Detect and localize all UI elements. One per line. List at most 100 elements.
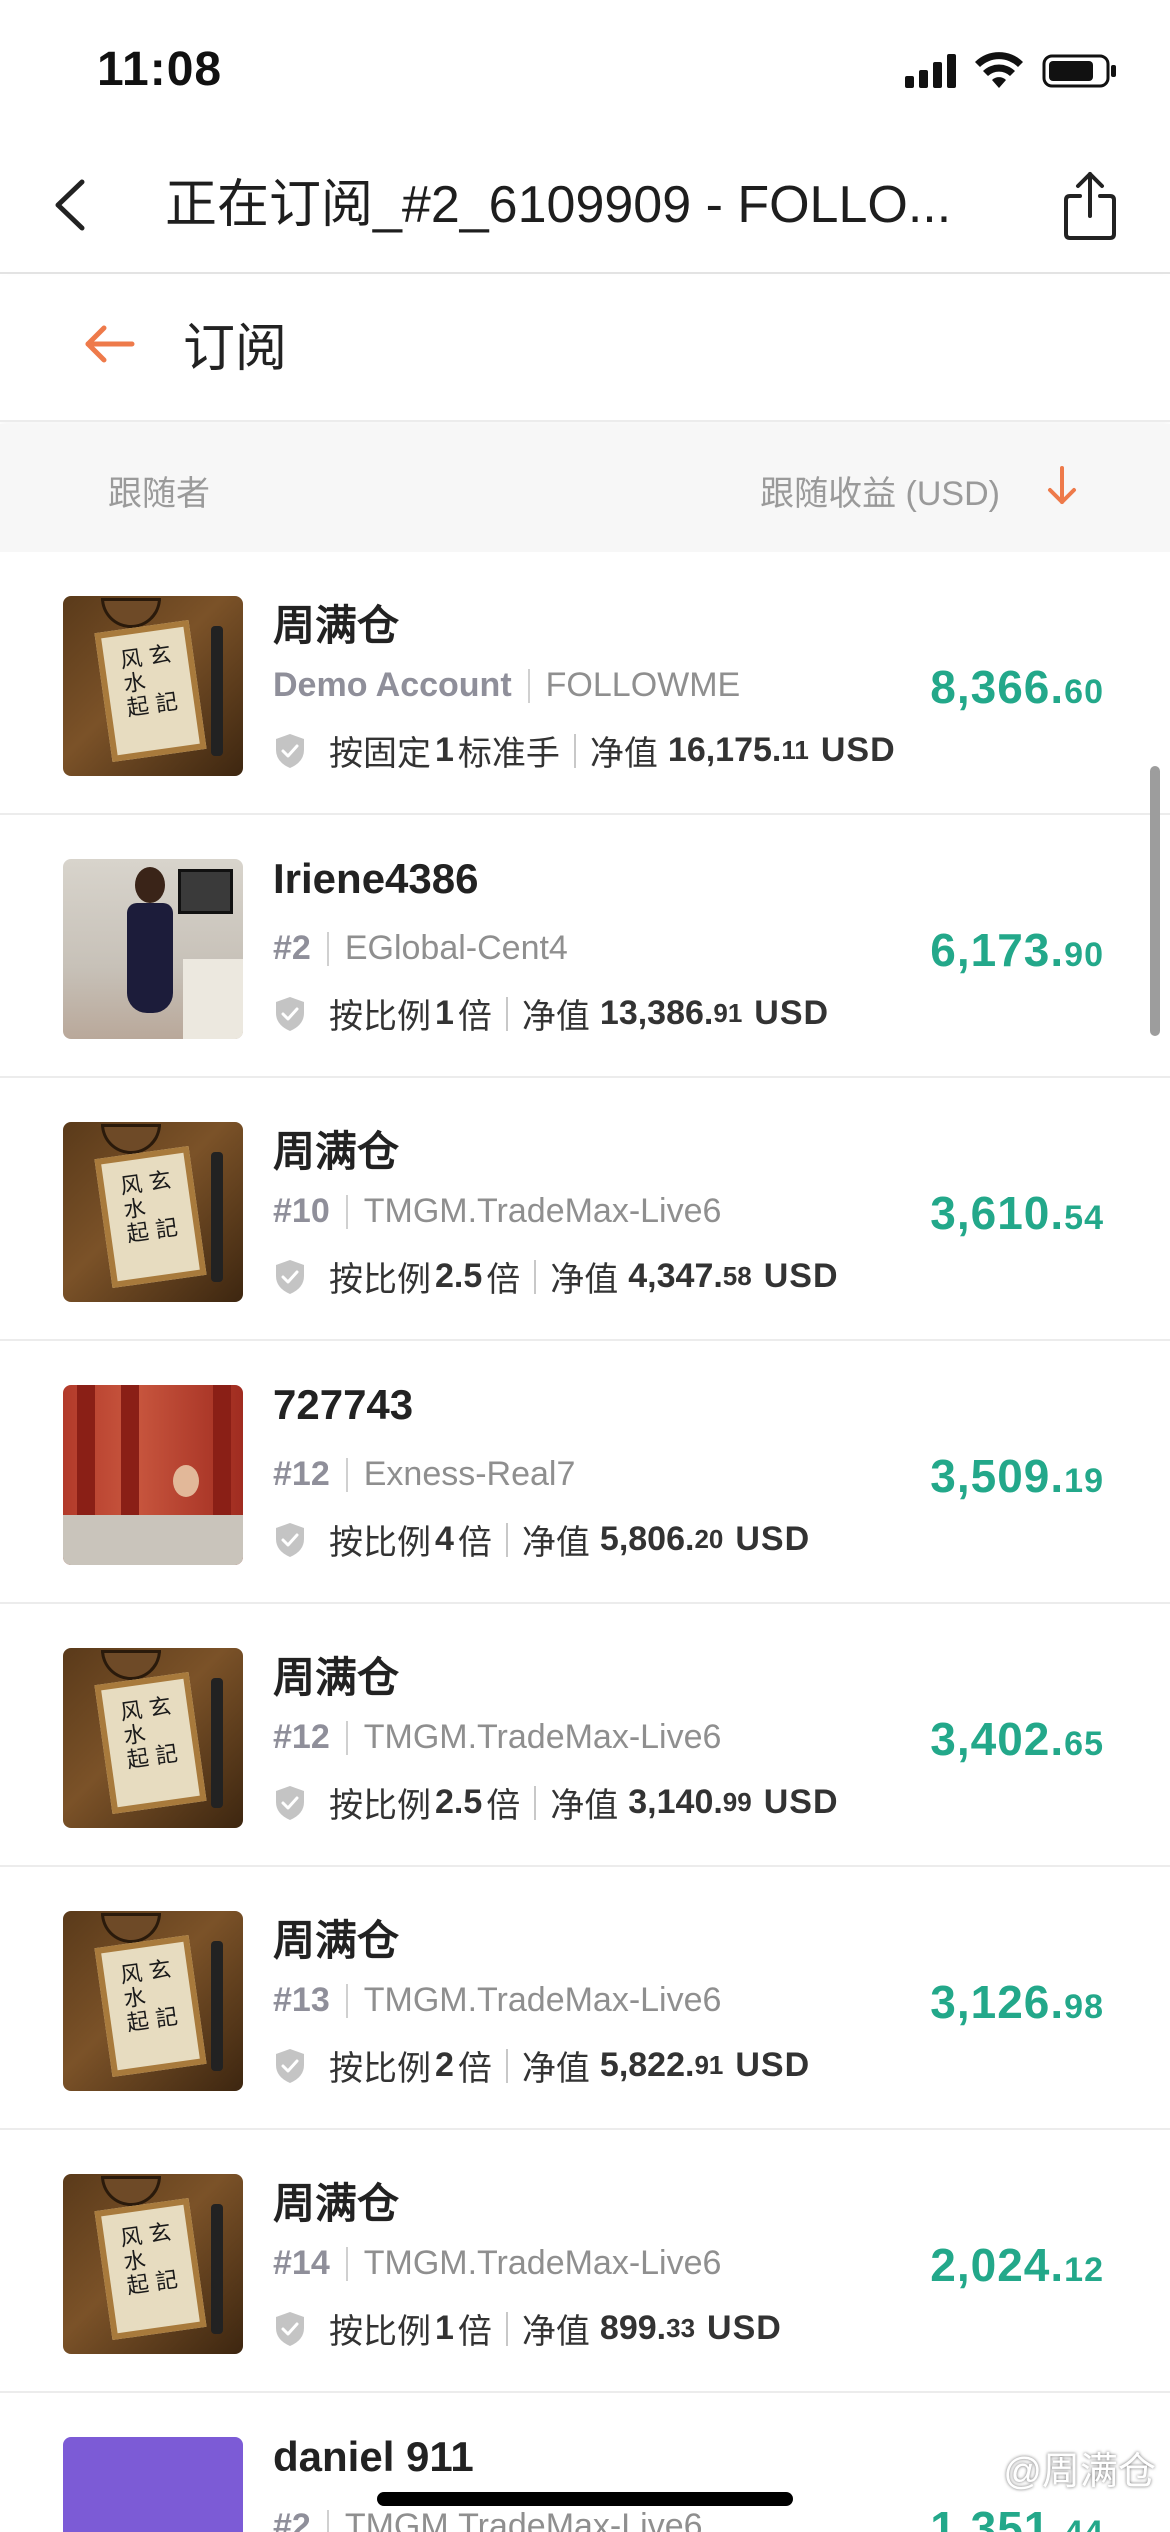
follower-row[interactable]: Iriene4386 #2 EGlobal-Cent4 按比例 1 倍净值 13,386. 9…	[0, 815, 1170, 1078]
equity-int: 3,140.	[628, 1783, 723, 1821]
copy-settings: 按比例 1 倍净值 899. 33 USD	[273, 2304, 782, 2353]
column-followers-label: 跟随者	[108, 475, 210, 513]
follower-row[interactable]: 727743 #12 Exness-Real7 按比例 4 倍净值 5,806. 20 USD 3…	[0, 1341, 1170, 1604]
watermark-text: @周满仓	[1003, 2451, 1156, 2493]
wifi-icon	[975, 52, 1023, 88]
equity-decimal: 91	[694, 2050, 724, 2080]
back-arrow-icon[interactable]	[80, 314, 140, 374]
follower-name: 周满仓	[273, 2180, 400, 2227]
divider	[534, 1259, 537, 1294]
nav-bar: 正在订阅_#2_6109909 - FOLLO...	[0, 140, 1170, 274]
copy-settings: 按比例 2 倍净值 5,822. 91 USD	[273, 2041, 810, 2090]
copy-mode-value: 2.5	[435, 1783, 483, 1821]
copy-settings: 按比例 2.5 倍净值 4,347. 58 USD	[273, 1252, 839, 1301]
battery-icon	[1042, 54, 1116, 88]
equity-unit: USD	[763, 1783, 839, 1821]
copy-mode-suffix: 标准手	[457, 735, 560, 773]
profit-decimal: 12	[1064, 2251, 1104, 2289]
copy-mode-value: 1	[435, 2309, 454, 2347]
broker-server: TMGM.TradeMax-Live6	[344, 2507, 703, 2532]
avatar[interactable]	[63, 859, 243, 1039]
copy-settings: 按比例 4 倍净值 5,806. 20 USD	[273, 1515, 810, 1564]
divider	[345, 1457, 348, 1492]
avatar[interactable]: 风 玄水 起 記	[63, 1122, 243, 1302]
follower-row[interactable]: 风 玄水 起 記周满仓 #14 TMGM.TradeMax-Live6 按比例 1 倍净值…	[0, 2130, 1170, 2393]
divider	[345, 1720, 348, 1755]
account-info: #2 TMGM.TradeMax-Live6	[273, 2507, 703, 2532]
copy-mode-value: 2	[435, 2046, 454, 2084]
broker-server: TMGM.TradeMax-Live6	[363, 1718, 722, 1756]
equity-label: 净值	[521, 998, 590, 1036]
copy-mode-prefix: 按比例	[329, 2050, 431, 2088]
divider	[527, 668, 530, 703]
divider	[505, 2311, 508, 2346]
watermark: @周满仓	[957, 2440, 1156, 2495]
equity-int: 13,386.	[599, 994, 714, 1032]
equity-unit: USD	[735, 2046, 811, 2084]
divider	[573, 733, 576, 768]
avatar[interactable]: 风 玄水 起 記	[63, 1911, 243, 2091]
follower-row[interactable]: 风 玄水 起 記周满仓 Demo Account FOLLOWME 按固定 1 标准手 净值…	[0, 552, 1170, 815]
divider	[534, 1785, 537, 1820]
account-id: #2	[273, 929, 311, 967]
equity-int: 16,175.	[667, 731, 782, 769]
divider	[505, 996, 508, 1031]
back-chevron-icon[interactable]	[38, 170, 108, 240]
column-profit-label[interactable]: 跟随收益 (USD)	[760, 466, 1000, 515]
shield-icon	[276, 2048, 304, 2083]
broker-server: TMGM.TradeMax-Live6	[363, 1192, 722, 1230]
follower-name: 周满仓	[273, 602, 400, 649]
divider	[505, 1522, 508, 1557]
copy-mode-prefix: 按比例	[329, 1787, 431, 1825]
equity-int: 5,806.	[599, 1520, 695, 1558]
equity-label: 净值	[521, 2313, 590, 2351]
account-id: #10	[273, 1192, 330, 1230]
follower-row[interactable]: 风 玄水 起 記周满仓 #10 TMGM.TradeMax-Live6 按比例 2.5 倍…	[0, 1078, 1170, 1341]
equity-label: 净值	[550, 1261, 619, 1299]
status-icons	[905, 52, 1118, 90]
follower-row[interactable]: 风 玄水 起 記周满仓 #13 TMGM.TradeMax-Live6 按比例 2 倍净值…	[0, 1867, 1170, 2130]
copy-settings: 按比例 2.5 倍净值 3,140. 99 USD	[273, 1778, 839, 1827]
follow-profit: 1,351.44	[930, 2501, 1104, 2532]
sub-header-title: 订阅	[183, 320, 288, 378]
equity-int: 4,347.	[628, 1257, 723, 1295]
account-id: Demo Account	[273, 666, 512, 704]
avatar[interactable]: 风 玄水 起 記	[63, 2174, 243, 2354]
divider	[345, 2246, 348, 2281]
scrollbar[interactable]	[1150, 766, 1160, 1036]
equity-int: 5,822.	[599, 2046, 695, 2084]
copy-mode-suffix: 倍	[457, 2313, 492, 2351]
profit-decimal: 65	[1064, 1725, 1104, 1763]
equity-int: 899.	[599, 2309, 667, 2347]
copy-mode-suffix: 倍	[457, 998, 492, 1036]
account-info: #10 TMGM.TradeMax-Live6	[273, 1192, 721, 1231]
avatar[interactable]: 61	[63, 2437, 243, 2532]
avatar[interactable]: 风 玄水 起 記	[63, 1648, 243, 1828]
sort-down-arrow-icon[interactable]	[1042, 464, 1082, 508]
copy-mode-suffix: 倍	[486, 1787, 521, 1825]
account-info: #12 Exness-Real7	[273, 1455, 575, 1494]
copy-mode-value: 2.5	[435, 1257, 483, 1295]
profit-decimal: 90	[1064, 936, 1104, 974]
column-header: 跟随者 跟随收益 (USD)	[0, 424, 1170, 552]
follower-row[interactable]: 风 玄水 起 記周满仓 #12 TMGM.TradeMax-Live6 按比例 2.5 倍…	[0, 1604, 1170, 1867]
copy-settings: 按比例 1 倍净值 13,386. 91 USD	[273, 989, 829, 1038]
home-indicator[interactable]	[377, 2492, 793, 2506]
profit-int: 1,351.	[930, 2502, 1065, 2532]
avatar-text: 61	[105, 2518, 201, 2532]
broker-server: TMGM.TradeMax-Live6	[363, 2244, 722, 2282]
copy-mode-prefix: 按比例	[329, 2313, 431, 2351]
avatar[interactable]: 风 玄水 起 記	[63, 596, 243, 776]
account-id: #13	[273, 1981, 330, 2019]
shield-icon	[276, 996, 304, 1031]
share-icon[interactable]	[1050, 166, 1130, 246]
broker-server: EGlobal-Cent4	[344, 929, 568, 967]
profit-decimal: 60	[1064, 673, 1104, 711]
avatar[interactable]	[63, 1385, 243, 1565]
follower-name: 周满仓	[273, 1654, 400, 1701]
broker-server: TMGM.TradeMax-Live6	[363, 1981, 722, 2019]
follow-profit: 3,509.19	[930, 1449, 1104, 1503]
copy-mode-suffix: 倍	[486, 1261, 521, 1299]
weibo-logo-icon	[958, 2454, 995, 2483]
broker-server: FOLLOWME	[545, 666, 741, 704]
